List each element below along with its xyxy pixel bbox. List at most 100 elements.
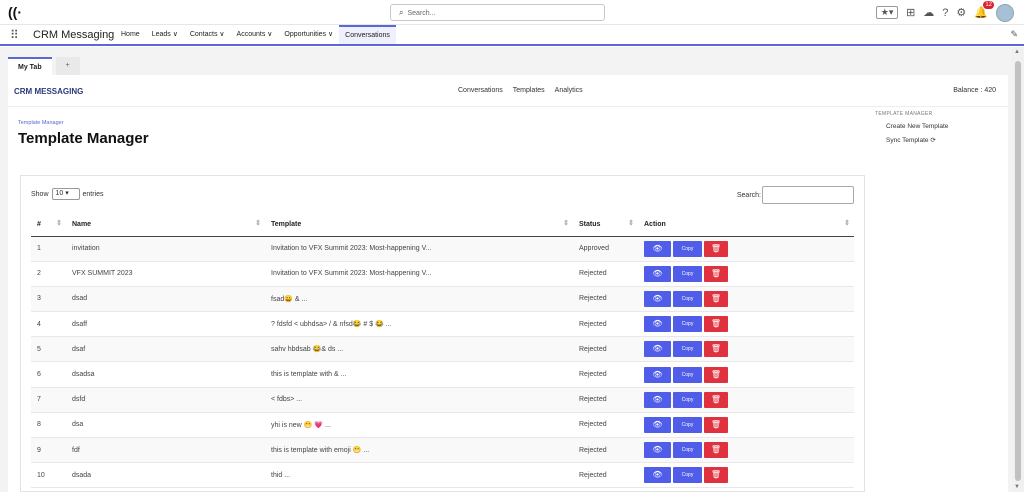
side-panel-heading: TEMPLATE MANAGER <box>875 111 933 117</box>
eye-icon: 👁 <box>652 344 663 354</box>
copy-button[interactable]: Copy <box>673 316 702 333</box>
view-button[interactable]: 👁 <box>644 290 671 307</box>
cell-num: 2 <box>31 261 66 287</box>
col-header-action[interactable]: Action ⇕ <box>638 213 854 237</box>
cell-name: dsaff <box>66 311 265 338</box>
chevron-down-icon[interactable]: ∨ <box>267 31 272 38</box>
table-body: 1 invitation Invitation to VFX Summit 2023… <box>31 236 854 489</box>
chevron-down-icon[interactable]: ∨ <box>328 31 333 38</box>
view-button[interactable]: 👁 <box>644 391 671 408</box>
delete-button[interactable]: 🗑 <box>704 290 728 307</box>
delete-button[interactable]: 🗑 <box>704 316 728 333</box>
view-button[interactable]: 👁 <box>644 316 671 333</box>
sync-template-link[interactable]: Sync Template ⟳ <box>875 136 1005 144</box>
view-button[interactable]: 👁 <box>644 265 671 282</box>
scroll-up-icon[interactable]: ▲ <box>1014 49 1020 55</box>
table-row: 1 invitation Invitation to VFX Summit 2023… <box>31 236 854 262</box>
page-scrollbar[interactable]: ▲ ▼ <box>1012 47 1024 492</box>
scrollbar-thumb[interactable] <box>1015 61 1021 481</box>
eye-icon: 👁 <box>652 470 663 480</box>
user-avatar[interactable] <box>996 3 1014 22</box>
delete-button[interactable]: 🗑 <box>704 391 728 408</box>
copy-button[interactable]: Copy <box>673 341 702 358</box>
table-search-input[interactable] <box>762 186 854 204</box>
delete-button[interactable]: 🗑 <box>704 341 728 358</box>
global-header: ((· ⌕ Search... ★▾ ⊞ ☁ ? ⚙ 🔔 12 <box>0 0 1024 25</box>
copy-button[interactable]: Copy <box>673 416 702 433</box>
breadcrumb[interactable]: Template Manager <box>18 120 64 126</box>
copy-button[interactable]: Copy <box>673 265 702 282</box>
view-button[interactable]: 👁 <box>644 366 671 383</box>
chevron-down-icon[interactable]: ∨ <box>219 31 224 38</box>
table-row: 6 dsadsa this is template with & ... Reject… <box>31 361 854 388</box>
view-button[interactable]: 👁 <box>644 467 671 484</box>
cell-name: dsadsa <box>66 361 265 388</box>
table-search: Search: <box>737 186 854 204</box>
cell-template: Invitation to VFX Summit 2023: Most-happ… <box>265 236 573 262</box>
cell-status: Rejected <box>573 437 638 464</box>
nav-item-conversations[interactable]: Conversations <box>339 25 396 44</box>
delete-button[interactable]: 🗑 <box>704 265 728 282</box>
link-conversations[interactable]: Conversations <box>458 87 503 94</box>
copy-button[interactable]: Copy <box>673 240 702 257</box>
sort-icon: ⇕ <box>628 220 634 227</box>
app-center-nav: Conversations Templates Analytics <box>458 87 583 94</box>
help-icon[interactable]: ? <box>942 7 948 19</box>
nav-item-home[interactable]: Home <box>115 25 146 44</box>
col-header-num[interactable]: # ⇕ <box>31 213 66 237</box>
copy-button[interactable]: Copy <box>673 290 702 307</box>
eye-icon: 👁 <box>652 293 663 303</box>
favorites-star-icon[interactable]: ★▾ <box>876 6 899 19</box>
nav-item-contacts[interactable]: Contacts ∨ <box>184 25 231 44</box>
notifications-bell-icon[interactable]: 🔔 12 <box>974 1 994 19</box>
add-tab-button[interactable]: + <box>55 57 80 75</box>
delete-button[interactable]: 🗑 <box>704 467 728 484</box>
trash-icon: 🗑 <box>710 319 722 329</box>
cell-actions: 👁 Copy 🗑 <box>638 437 854 464</box>
sort-icon: ⇕ <box>844 220 850 227</box>
cell-name: dsada <box>66 462 265 489</box>
delete-button[interactable]: 🗑 <box>704 442 728 459</box>
global-search-input[interactable]: ⌕ Search... <box>390 4 605 21</box>
scroll-down-icon[interactable]: ▼ <box>1014 484 1020 490</box>
global-add-icon[interactable]: ⊞ <box>906 6 915 19</box>
cell-status: Rejected <box>573 387 638 413</box>
copy-button[interactable]: Copy <box>673 467 702 484</box>
copy-button[interactable]: Copy <box>673 442 702 459</box>
delete-button[interactable]: 🗑 <box>704 240 728 257</box>
nav-item-opportunities[interactable]: Opportunities ∨ <box>278 25 339 44</box>
trash-icon: 🗑 <box>710 445 722 455</box>
view-button[interactable]: 👁 <box>644 442 671 459</box>
app-launcher-icon[interactable]: ⠿ <box>10 28 19 42</box>
link-templates[interactable]: Templates <box>513 87 545 94</box>
col-header-template[interactable]: Template ⇕ <box>265 213 573 237</box>
edit-nav-pencil-icon[interactable]: ✎ <box>1010 29 1018 40</box>
cell-name: fdf <box>66 437 265 464</box>
cell-name: dsaf <box>66 336 265 363</box>
trailhead-icon[interactable]: ☁ <box>923 6 934 19</box>
setup-gear-icon[interactable]: ⚙ <box>956 6 966 19</box>
page-title: Template Manager <box>18 130 149 147</box>
delete-button[interactable]: 🗑 <box>704 416 728 433</box>
link-analytics[interactable]: Analytics <box>555 87 583 94</box>
create-template-link[interactable]: Create New Template <box>875 123 1005 130</box>
view-button[interactable]: 👁 <box>644 240 671 257</box>
col-header-name[interactable]: Name ⇕ <box>66 213 265 237</box>
table-row: 10 dsada thid ... Rejected 👁 Copy 🗑 <box>31 462 854 489</box>
col-header-status[interactable]: Status ⇕ <box>573 213 638 237</box>
chevron-down-icon[interactable]: ∨ <box>173 31 178 38</box>
copy-button[interactable]: Copy <box>673 391 702 408</box>
org-logo[interactable]: ((· <box>8 4 26 20</box>
tab-my-tab[interactable]: My Tab <box>8 57 52 75</box>
eye-icon: 👁 <box>652 419 663 429</box>
header-icons: ★▾ ⊞ ☁ ? ⚙ 🔔 12 <box>876 1 1014 22</box>
nav-item-accounts[interactable]: Accounts ∨ <box>231 25 279 44</box>
nav-item-leads[interactable]: Leads ∨ <box>146 25 184 44</box>
view-button[interactable]: 👁 <box>644 416 671 433</box>
view-button[interactable]: 👁 <box>644 341 671 358</box>
table-row: 5 dsaf sahv hbdsab 😂& ds ... Rejected 👁 Copy 🗑 <box>31 336 854 363</box>
entries-select[interactable]: 10 ▾ <box>51 188 80 200</box>
sync-template-label: Sync Template <box>886 137 929 144</box>
copy-button[interactable]: Copy <box>673 366 702 383</box>
delete-button[interactable]: 🗑 <box>704 366 728 383</box>
